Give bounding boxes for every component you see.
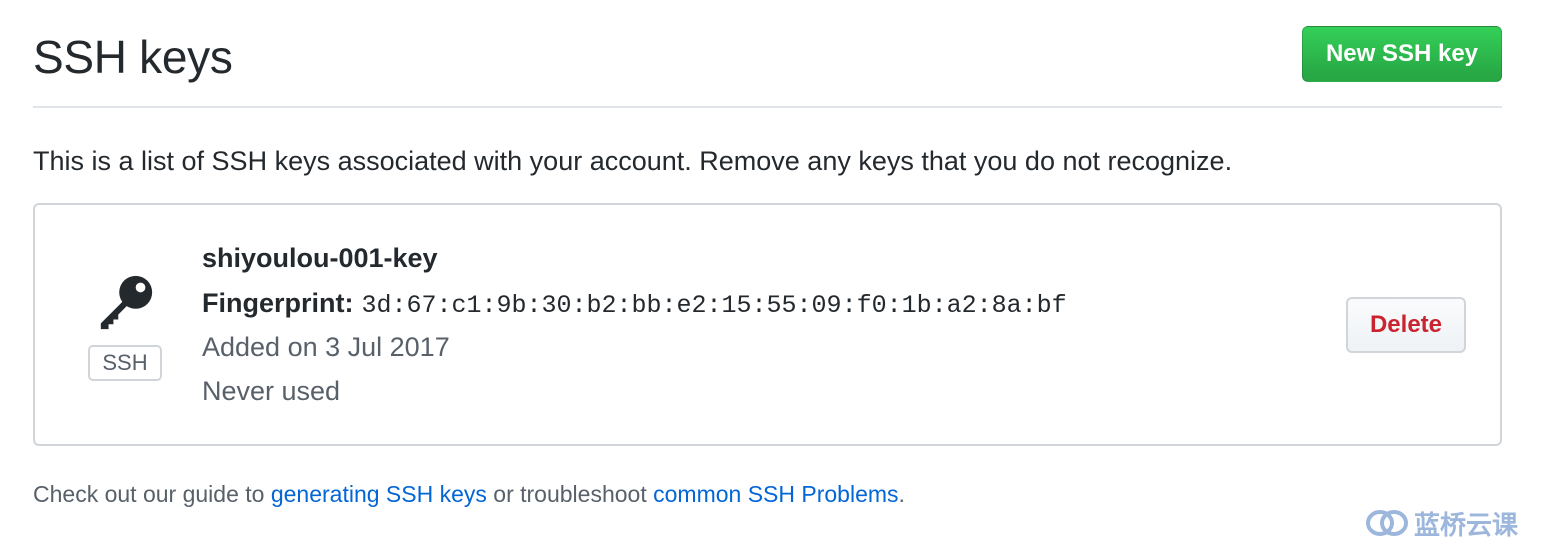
watermark: 蓝桥云课 [1366,505,1518,541]
last-used-status: Never used [202,376,341,406]
new-ssh-key-button[interactable]: New SSH key [1302,26,1502,82]
help-footer: Check out our guide to generating SSH ke… [33,481,905,508]
intro-text: This is a list of SSH keys associated wi… [33,146,1233,176]
delete-key-button[interactable]: Delete [1346,297,1466,353]
page-title: SSH keys [33,31,233,83]
generating-ssh-keys-link[interactable]: generating SSH keys [271,481,487,507]
footer-prefix: Check out our guide to [33,481,271,507]
ssh-key-list-item: SSH shiyoulou-001-key Fingerprint: 3d:67:… [33,203,1502,446]
fingerprint-value: 3d:67:c1:9b:30:b2:bb:e2:15:55:09:f0:1b:a… [361,291,1067,320]
fingerprint-row: Fingerprint: 3d:67:c1:9b:30:b2:bb:e2:15:5… [202,288,1067,320]
common-ssh-problems-link[interactable]: common SSH Problems [653,481,898,507]
page-header: SSH keys New SSH key [33,24,1502,108]
key-icon [100,275,153,330]
lanqiao-logo-icon [1366,510,1408,536]
ssh-type-badge: SSH [88,345,162,381]
watermark-text: 蓝桥云课 [1414,510,1519,541]
footer-middle: or troubleshoot [486,481,654,507]
footer-suffix: . [898,481,905,507]
added-on-date: Added on 3 Jul 2017 [202,332,450,362]
fingerprint-label: Fingerprint: [202,288,354,318]
key-title: shiyoulou-001-key [202,243,438,273]
